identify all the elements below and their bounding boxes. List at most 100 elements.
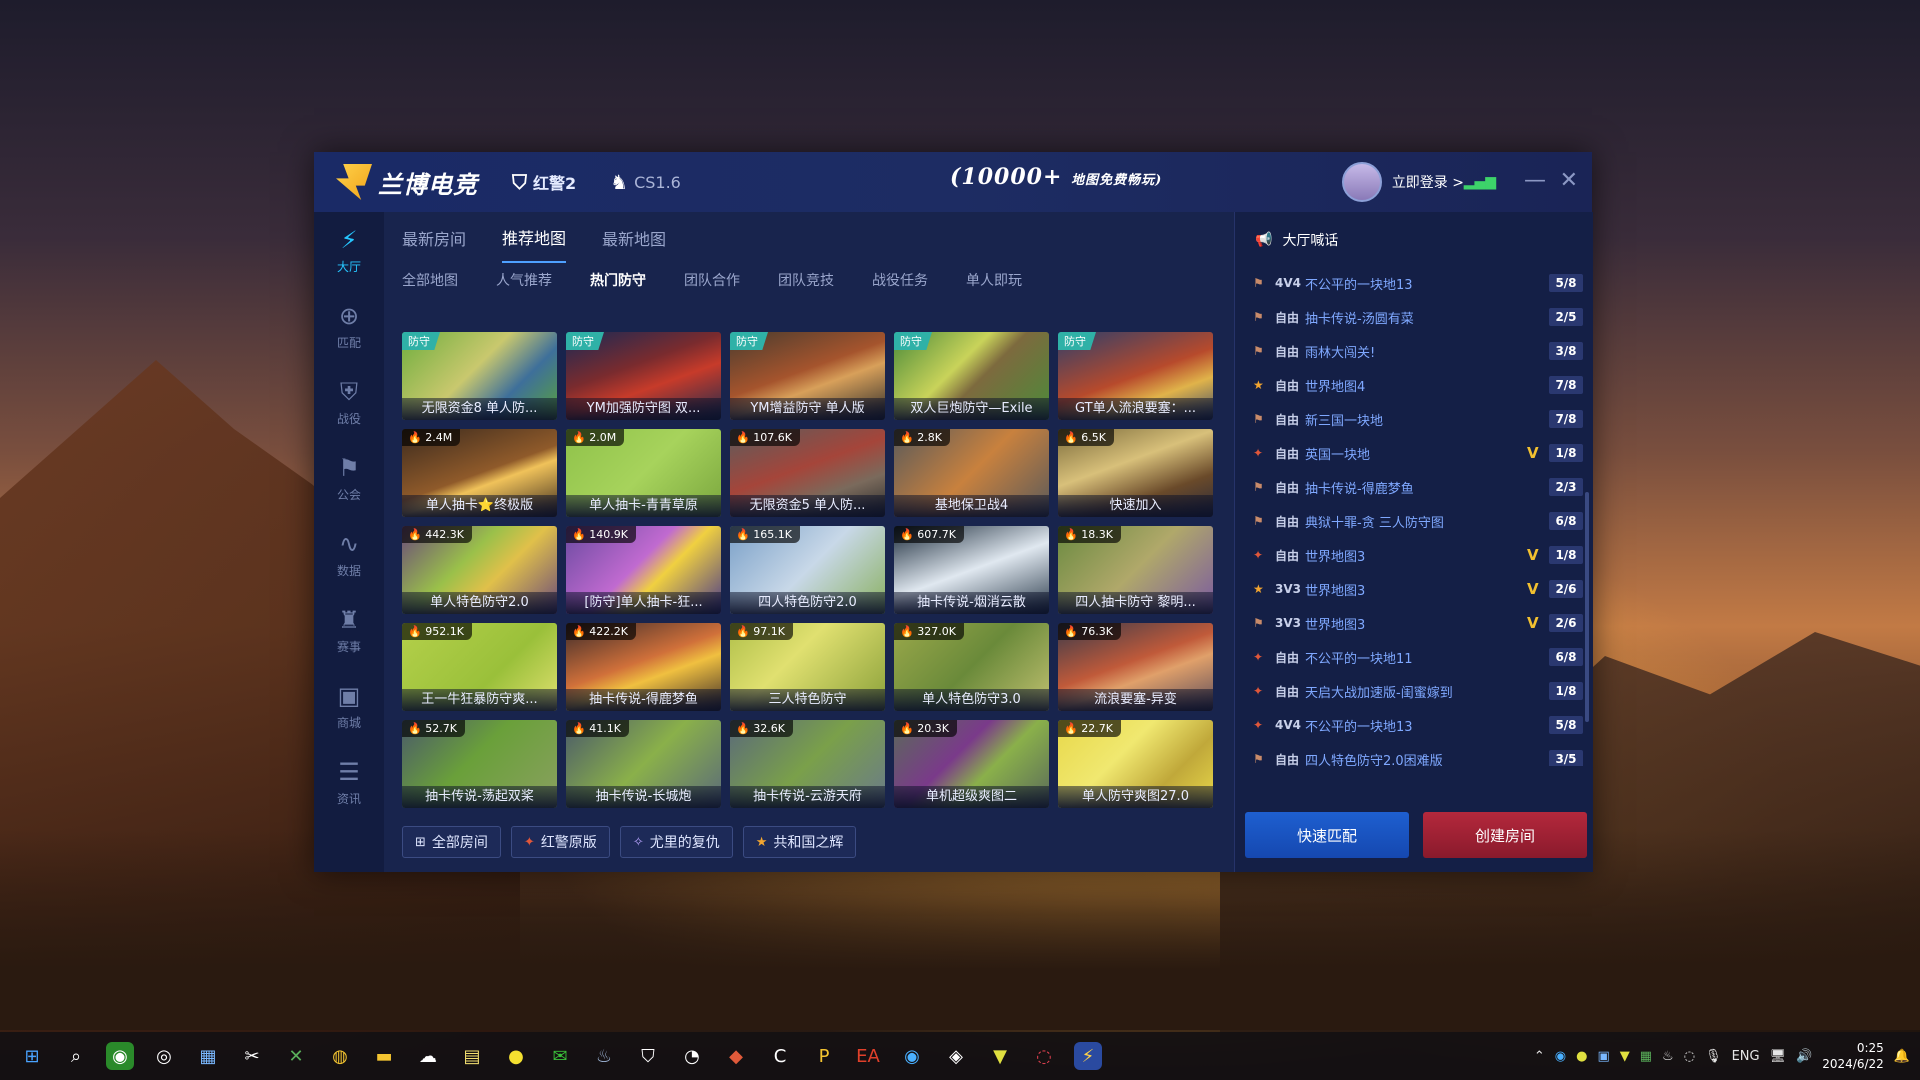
nav-item-news[interactable]: ☰ 资讯 <box>314 744 384 820</box>
filter-hot-defense[interactable]: 热门防守 <box>590 270 646 290</box>
app-p-icon[interactable]: P <box>810 1042 838 1070</box>
room-row[interactable]: ⚑ 4V4 不公平的一块地13 5/8 <box>1253 266 1583 300</box>
map-card[interactable]: 🔥 607.7K 抽卡传说-烟消云散 <box>894 526 1049 614</box>
cube-icon[interactable]: ◈ <box>942 1042 970 1070</box>
map-card[interactable]: 🔥 140.9K [防守]单人抽卡-狂... <box>566 526 721 614</box>
chrome-icon[interactable]: ◍ <box>326 1042 354 1070</box>
map-card[interactable]: 🔥 20.3K 单机超级爽图二 <box>894 720 1049 808</box>
notification-icon[interactable]: 🔔 <box>1894 1049 1910 1064</box>
room-row[interactable]: ✦ 自由 世界地图3 V 1/8 <box>1253 538 1583 572</box>
network-icon[interactable]: 🖥 <box>1770 1049 1787 1064</box>
avatar[interactable] <box>1341 162 1382 202</box>
map-card[interactable]: 防守 YM加强防守图 双... <box>566 332 721 420</box>
user-area[interactable]: 立即登录 > <box>1341 162 1464 202</box>
cloud-drive-icon[interactable]: ☁ <box>414 1042 442 1070</box>
room-row[interactable]: ⚑ 自由 抽卡传说-汤圆有菜 2/5 <box>1253 300 1583 334</box>
nav-item-data[interactable]: ∿ 数据 <box>314 516 384 592</box>
room-row[interactable]: ✦ 自由 英国一块地 V 1/8 <box>1253 436 1583 470</box>
folder-icon[interactable]: ▬ <box>370 1042 398 1070</box>
nav-item-events[interactable]: ♜ 赛事 <box>314 592 384 668</box>
lanbo-app-icon[interactable]: ⚡ <box>1074 1042 1102 1070</box>
room-row[interactable]: ⚑ 3V3 世界地图3 V 2/6 <box>1253 606 1583 640</box>
promo-banner[interactable]: (10000+ 地图免费畅玩) <box>950 164 1162 190</box>
battle-icon[interactable]: ◉ <box>898 1042 926 1070</box>
nav-item-match[interactable]: ⊕ 匹配 <box>314 288 384 364</box>
language-indicator[interactable]: ENG <box>1732 1049 1760 1064</box>
map-card-hovered[interactable]: 🔥 6.5K 快速加入 <box>1058 429 1213 517</box>
map-card[interactable]: 🔥 2.4M 单人抽卡⭐终极版 <box>402 429 557 517</box>
map-card[interactable]: 防守 无限资金8 单人防... <box>402 332 557 420</box>
filter-team-pvp[interactable]: 团队竞技 <box>778 270 834 290</box>
capture-icon[interactable]: ◎ <box>150 1042 178 1070</box>
filter-all-rooms-button[interactable]: ⊞ 全部房间 <box>402 826 501 858</box>
map-card[interactable]: 🔥 2.8K 基地保卫战4 <box>894 429 1049 517</box>
tab-latest-rooms[interactable]: 最新房间 <box>402 212 466 262</box>
map-card[interactable]: 🔥 76.3K 流浪要塞-异变 <box>1058 623 1213 711</box>
wechat-icon[interactable]: ✉ <box>546 1042 574 1070</box>
filter-ra2-original-button[interactable]: ✦ 红警原版 <box>510 826 610 858</box>
room-row[interactable]: ⚑ 自由 抽卡传说-得鹿梦鱼 2/3 <box>1253 470 1583 504</box>
map-card[interactable]: 防守 双人巨炮防守—Exile <box>894 332 1049 420</box>
speed-icon[interactable]: ◔ <box>678 1042 706 1070</box>
game-icon[interactable]: ● <box>502 1042 530 1070</box>
map-card[interactable]: 🔥 52.7K 抽卡传说-荡起双桨 <box>402 720 557 808</box>
filter-campaign[interactable]: 战役任务 <box>872 270 928 290</box>
tray-steam-icon[interactable]: ♨ <box>1662 1049 1674 1064</box>
remote-desktop-icon[interactable]: ▦ <box>194 1042 222 1070</box>
ra2-app-icon[interactable]: ⛉ <box>634 1042 662 1070</box>
map-card[interactable]: 🔥 422.2K 抽卡传说-得鹿梦鱼 <box>566 623 721 711</box>
tray-app-icon[interactable]: ◌ <box>1684 1049 1695 1064</box>
lobby-header[interactable]: 📢 大厅喊话 <box>1255 230 1338 250</box>
tray-app-icon[interactable]: ▼ <box>1620 1049 1630 1064</box>
map-card[interactable]: 🔥 442.3K 单人特色防守2.0 <box>402 526 557 614</box>
filter-popular[interactable]: 人气推荐 <box>496 270 552 290</box>
map-card[interactable]: 🔥 107.6K 无限资金5 单人防... <box>730 429 885 517</box>
tray-app-icon[interactable]: ▣ <box>1597 1049 1609 1064</box>
app-logo[interactable]: 兰博电竞 <box>336 164 478 200</box>
tray-app-icon[interactable]: ◉ <box>1555 1049 1566 1064</box>
search-icon[interactable]: ⌕ <box>62 1042 90 1070</box>
close-button[interactable]: ✕ <box>1560 168 1578 193</box>
map-card[interactable]: 🔥 165.1K 四人特色防守2.0 <box>730 526 885 614</box>
nvidia-icon[interactable]: ◉ <box>106 1042 134 1070</box>
steam-icon[interactable]: ♨ <box>590 1042 618 1070</box>
create-room-button[interactable]: 创建房间 <box>1423 812 1587 858</box>
map-card[interactable]: 🔥 18.3K 四人抽卡防守 黎明... <box>1058 526 1213 614</box>
filter-single[interactable]: 单人即玩 <box>966 270 1022 290</box>
app-ring-icon[interactable]: ◌ <box>1030 1042 1058 1070</box>
room-row[interactable]: ⚑ 自由 典狱十罪-贪 三人防守图 6/8 <box>1253 504 1583 538</box>
volume-icon[interactable]: 🔊 <box>1796 1049 1812 1064</box>
map-card[interactable]: 🔥 41.1K 抽卡传说-长城炮 <box>566 720 721 808</box>
nav-item-lobby[interactable]: ⚡ 大厅 <box>314 212 384 288</box>
app-c-icon[interactable]: C <box>766 1042 794 1070</box>
filter-all-maps[interactable]: 全部地图 <box>402 270 458 290</box>
start-icon[interactable]: ⊞ <box>18 1042 46 1070</box>
game-launcher-icon[interactable]: ◆ <box>722 1042 750 1070</box>
notes-icon[interactable]: ▤ <box>458 1042 486 1070</box>
tab-recommended-maps[interactable]: 推荐地图 <box>502 211 567 263</box>
room-row[interactable]: ✦ 自由 天启大战加速版-闺蜜嫁到 1/8 <box>1253 674 1583 708</box>
filter-republic-button[interactable]: ★ 共和国之辉 <box>742 826 857 858</box>
microphone-icon[interactable]: 🎙 <box>1705 1049 1722 1064</box>
map-card[interactable]: 🔥 2.0M 单人抽卡-青青草原 <box>566 429 721 517</box>
login-link[interactable]: 立即登录 > <box>1392 172 1464 192</box>
tray-app-icon[interactable]: ● <box>1576 1049 1587 1064</box>
room-row[interactable]: ★ 3V3 世界地图3 V 2/6 <box>1253 572 1583 606</box>
game-tab-ra2[interactable]: ⛉ 红警2 <box>512 170 576 194</box>
map-card[interactable]: 🔥 22.7K 单人防守爽图27.0 <box>1058 720 1213 808</box>
quick-join-button[interactable]: 快速加入 <box>1058 495 1213 517</box>
map-card[interactable]: 防守 GT单人流浪要塞：... <box>1058 332 1213 420</box>
map-card[interactable]: 防守 YM增益防守 单人版 <box>730 332 885 420</box>
tray-app-icon[interactable]: ▦ <box>1640 1049 1652 1064</box>
map-card[interactable]: 🔥 327.0K 单人特色防守3.0 <box>894 623 1049 711</box>
room-row[interactable]: ✦ 4V4 不公平的一块地13 5/8 <box>1253 708 1583 742</box>
game-tab-cs[interactable]: ♞ CS1.6 <box>610 170 681 194</box>
tab-latest-maps[interactable]: 最新地图 <box>602 212 666 262</box>
map-card[interactable]: 🔥 32.6K 抽卡传说-云游天府 <box>730 720 885 808</box>
room-list-scrollbar[interactable] <box>1585 492 1589 722</box>
chevron-up-icon[interactable]: ⌃ <box>1534 1049 1545 1064</box>
filter-yuri-button[interactable]: ✧ 尤里的复仇 <box>619 826 733 858</box>
launcher-v-icon[interactable]: ▼ <box>986 1042 1014 1070</box>
quick-match-button[interactable]: 快速匹配 <box>1245 812 1409 858</box>
nav-item-store[interactable]: ▣ 商城 <box>314 668 384 744</box>
